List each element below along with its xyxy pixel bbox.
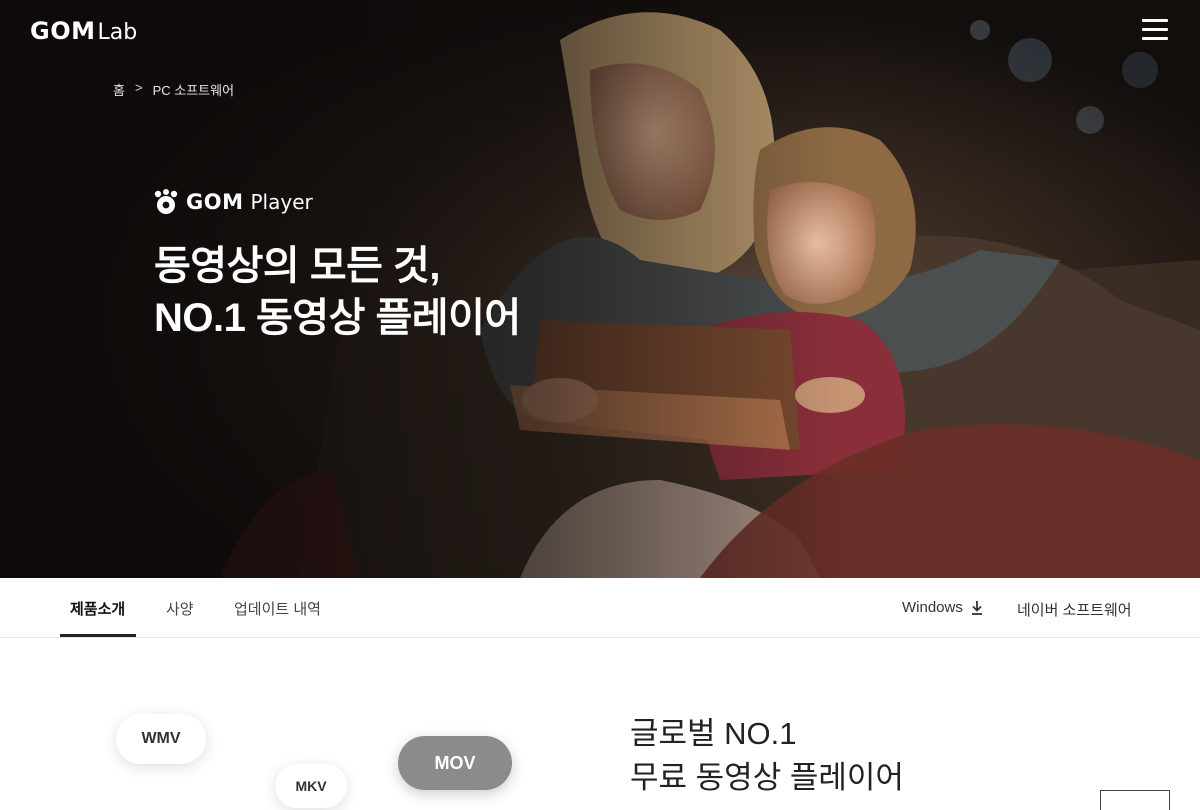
hero-banner: GOM Lab 홈 > PC 소프트웨어 GOM Player 동영상의 모든 …: [0, 0, 1200, 578]
hero-headline: 동영상의 모든 것, NO.1 동영상 플레이어: [154, 240, 521, 344]
floating-button[interactable]: [1100, 790, 1170, 810]
download-label: Windows: [902, 599, 963, 616]
headline-line-1: 동영상의 모든 것,: [154, 244, 440, 288]
breadcrumb-home[interactable]: 홈: [113, 80, 125, 99]
product-tab-bar: 제품소개 사양 업데이트 내역 Windows 네이버 소프트웨어: [0, 578, 1200, 638]
headline-line-2: NO.1 동영상 플레이어: [154, 296, 521, 340]
breadcrumb: 홈 > PC 소프트웨어: [113, 80, 234, 99]
breadcrumb-separator: >: [134, 80, 143, 95]
gom-paw-icon: [154, 189, 178, 214]
tab-product-intro[interactable]: 제품소개: [70, 598, 125, 619]
hamburger-icon[interactable]: [1142, 19, 1170, 41]
download-icon: [971, 600, 982, 615]
gomlab-logo[interactable]: GOM Lab: [30, 17, 137, 45]
gom-player-logo: GOM Player: [154, 189, 313, 215]
brand-gom: GOM: [30, 17, 96, 45]
format-pill-mov: MOV: [398, 736, 512, 790]
intro-line-1: 글로벌 NO.1: [630, 716, 797, 751]
product-name-gom: GOM: [186, 190, 244, 214]
intro-title: 글로벌 NO.1 무료 동영상 플레이어: [630, 712, 904, 800]
tab-specs[interactable]: 사양: [166, 598, 194, 619]
tab-update-history[interactable]: 업데이트 내역: [234, 598, 321, 619]
brand-lab: Lab: [97, 20, 138, 45]
naver-software-link[interactable]: 네이버 소프트웨어: [1017, 599, 1132, 620]
product-name-player: Player: [250, 190, 313, 214]
breadcrumb-current[interactable]: PC 소프트웨어: [153, 80, 234, 99]
format-pill-mkv: MKV: [275, 764, 347, 808]
active-tab-indicator: [60, 634, 136, 637]
format-pill-wmv: WMV: [116, 714, 206, 764]
windows-download-button[interactable]: Windows: [902, 599, 983, 616]
intro-line-2: 무료 동영상 플레이어: [630, 760, 904, 795]
